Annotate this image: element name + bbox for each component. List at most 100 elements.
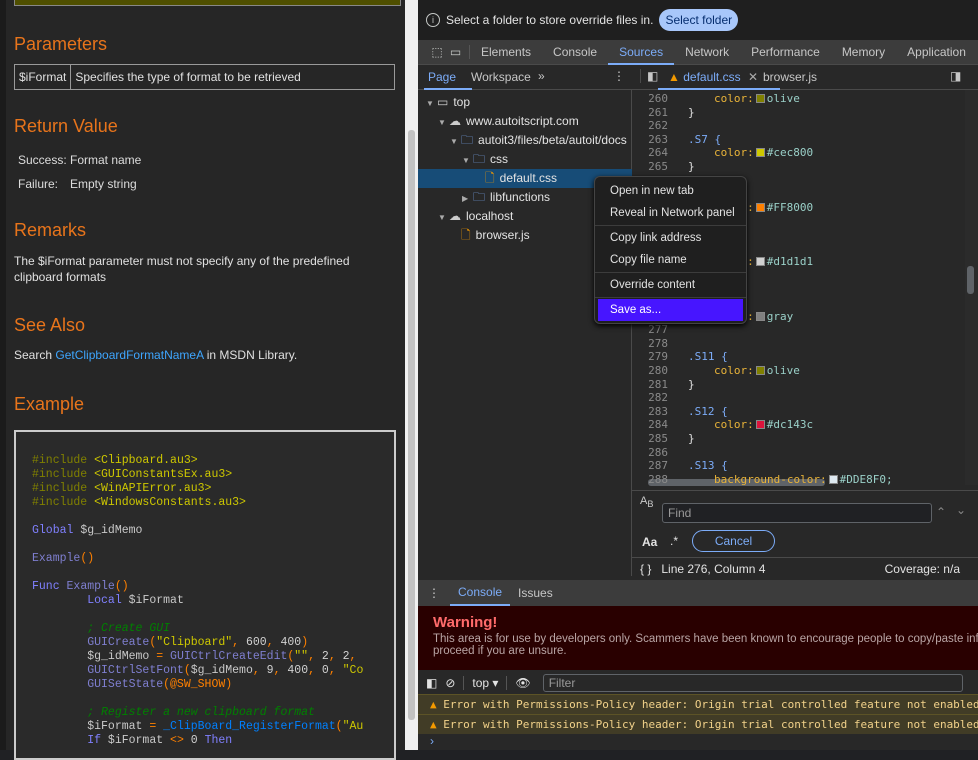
color-swatch[interactable] — [755, 420, 765, 430]
code-line: color: olive — [714, 92, 800, 105]
console-prompt[interactable]: › — [430, 734, 434, 748]
failure-label: Failure: — [18, 177, 59, 191]
editor-vscrollbar[interactable] — [965, 90, 978, 485]
menu-item[interactable]: Open in new tab — [595, 180, 746, 202]
match-case-button[interactable]: Aa — [642, 535, 657, 549]
code-token: , — [328, 664, 343, 677]
msdn-link[interactable]: GetClipboardFormatNameA — [55, 348, 203, 362]
tab-network[interactable]: Network — [674, 40, 740, 65]
code-token: #include — [32, 482, 95, 495]
tab-console[interactable]: Console — [542, 40, 608, 65]
tab-performance[interactable]: Performance — [740, 40, 831, 65]
inspect-element-icon[interactable]: ⬚ — [424, 45, 450, 59]
code-token: ; Register a new clipboard format — [32, 706, 315, 719]
line-number: 264 — [648, 146, 668, 160]
expand-arrow-icon[interactable]: ▼ — [462, 151, 473, 170]
syntax-box-edge — [14, 0, 401, 6]
select-folder-button[interactable]: Select folder — [659, 9, 739, 31]
cancel-button[interactable]: Cancel — [692, 530, 775, 552]
code-token: <> — [170, 734, 191, 747]
color-swatch[interactable] — [755, 94, 765, 103]
scrollbar-thumb[interactable] — [408, 130, 415, 720]
menu-item[interactable]: Override content — [595, 274, 746, 296]
code-token: 400 — [280, 636, 302, 649]
tab-sources[interactable]: Sources — [608, 40, 675, 65]
color-swatch[interactable] — [755, 202, 765, 212]
line-number: 283 — [648, 404, 668, 418]
nav-tab-page[interactable]: Page — [428, 70, 456, 84]
color-swatch[interactable] — [828, 474, 838, 484]
find-next-icon[interactable]: ⌄ — [956, 503, 966, 517]
nav-tab-workspace[interactable]: Workspace — [471, 70, 531, 84]
expand-arrow-icon[interactable]: ▼ — [450, 132, 461, 151]
device-toolbar-icon[interactable]: ▭ — [450, 45, 470, 59]
tab-elements[interactable]: Elements — [470, 40, 542, 65]
close-tab-icon[interactable]: ✕ — [748, 70, 758, 84]
file-tab-browser-js[interactable]: browser.js — [763, 70, 817, 84]
replace-toggle-icon[interactable]: AB — [640, 495, 653, 509]
sources-subbar: Page Workspace » ⋮ ◧ ▲ default.css ✕ bro… — [418, 65, 978, 90]
expand-arrow-icon[interactable]: ▼ — [438, 113, 449, 132]
tab-memory[interactable]: Memory — [831, 40, 896, 65]
code-token: Then — [204, 734, 233, 747]
success-value: Format name — [70, 153, 142, 167]
more-tabs-icon[interactable]: » — [538, 69, 545, 83]
tree-item[interactable]: ▼ 🗀 autoit3/files/beta/autoit/docs — [418, 131, 632, 150]
sidebar-toggle-icon[interactable]: ◧ — [426, 676, 437, 690]
line-number: 277 — [648, 323, 668, 337]
console-filter-input[interactable]: Filter — [542, 673, 963, 692]
menu-item[interactable]: Copy link address — [595, 227, 746, 249]
document-scrollbar[interactable] — [405, 0, 418, 750]
tab-application[interactable]: Application — [896, 40, 977, 65]
parameters-heading: Parameters — [14, 34, 108, 54]
tree-item[interactable]: ▼ ☁ www.autoitscript.com — [418, 112, 632, 131]
context-selector[interactable]: top ▾ — [463, 675, 498, 690]
toggle-navigator-icon[interactable]: ◧ — [640, 69, 658, 83]
menu-item[interactable]: Reveal in Network panel — [595, 202, 746, 224]
code-token: ) — [225, 678, 233, 691]
code-line: .S13 { — [688, 459, 728, 472]
tree-item[interactable]: ▼ 🗀 css — [418, 150, 632, 169]
code-line: .S11 { — [688, 350, 728, 363]
vscroll-thumb[interactable] — [967, 266, 974, 294]
drawer-tab-issues[interactable]: Issues — [510, 586, 561, 600]
value: olive — [766, 92, 800, 105]
info-icon: i — [426, 13, 440, 27]
drawer-tab-console[interactable]: Console — [450, 580, 511, 606]
menu-item[interactable]: Copy file name — [595, 249, 746, 271]
find-previous-icon[interactable]: ⌃ — [936, 505, 946, 519]
code-line: ; Register a new clipboard format — [32, 706, 394, 720]
code-token: 0 — [190, 734, 205, 747]
code-line: .S12 { — [688, 405, 728, 418]
live-expression-icon[interactable]: 👁 — [506, 675, 531, 690]
frame-icon: ▭ — [437, 95, 449, 109]
see-also-prefix: Search — [14, 348, 56, 362]
code-token: $g_idMemo — [190, 664, 253, 677]
code-line: GUISetState(@SW_SHOW) — [32, 678, 394, 692]
find-input[interactable]: Find — [662, 503, 932, 523]
file-tab-default-css[interactable]: ▲ default.css ✕ — [658, 65, 780, 90]
tree-label: css — [490, 152, 509, 166]
code-token: 2 — [321, 650, 329, 663]
pretty-print-icon[interactable]: { } — [640, 562, 651, 576]
color-swatch[interactable] — [755, 311, 765, 321]
more-options-icon[interactable]: ⋮ — [613, 69, 625, 83]
color-swatch[interactable] — [755, 257, 765, 267]
tree-item[interactable]: ▼ ▭ top — [418, 93, 632, 112]
expand-arrow-icon[interactable]: ▶ — [462, 189, 473, 208]
regex-button[interactable]: .* — [670, 534, 678, 548]
menu-item[interactable]: Save as... — [598, 299, 743, 321]
line-number: 265 — [648, 160, 668, 173]
color-swatch[interactable] — [755, 148, 765, 158]
expand-arrow-icon[interactable]: ▼ — [438, 208, 449, 227]
drawer-menu-icon[interactable]: ⋮ — [418, 586, 450, 600]
code-token: $g_idMemo — [80, 524, 143, 537]
tree-label: libfunctions — [490, 190, 551, 204]
clear-console-icon[interactable]: ⊘ — [445, 676, 455, 690]
expand-arrow-icon[interactable]: ▼ — [426, 94, 437, 113]
toggle-debugger-icon[interactable]: ◨ — [950, 69, 961, 83]
self-xss-warning: Warning! This area is for use by develop… — [418, 606, 978, 670]
code-line: $g_idMemo = GUICtrlCreateEdit("", 2, 2, — [32, 650, 394, 664]
color-swatch[interactable] — [755, 366, 765, 375]
